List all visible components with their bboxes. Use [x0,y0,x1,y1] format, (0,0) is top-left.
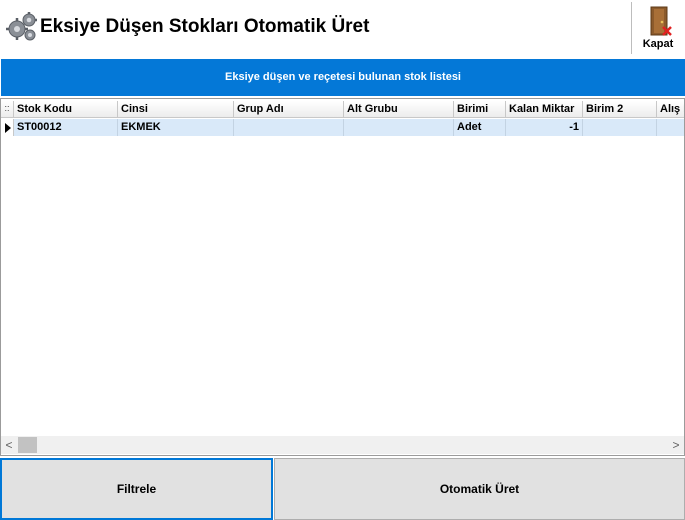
cell-alt-grubu[interactable] [344,119,454,136]
row-indicator [1,119,14,136]
door-exit-icon [650,6,672,36]
grid-header: :: Stok Kodu Cinsi Grup Adı Alt Grubu Bi… [1,101,684,118]
cell-alis[interactable] [657,119,684,136]
horizontal-scrollbar[interactable]: < > [1,436,684,454]
cell-birimi[interactable]: Adet [454,119,506,136]
title-bar: Eksiye Düşen Stokları Otomatik Üret Kapa… [0,0,685,58]
cell-kalan-miktar[interactable]: -1 [506,119,583,136]
close-button-label: Kapat [642,38,674,50]
window-title: Eksiye Düşen Stokları Otomatik Üret [40,16,370,37]
gears-icon [6,12,37,41]
cell-stok-kodu[interactable]: ST00012 [14,119,118,136]
scroll-thumb[interactable] [18,437,37,453]
stock-grid[interactable]: :: Stok Kodu Cinsi Grup Adı Alt Grubu Bi… [0,98,685,456]
column-header-birim-2[interactable]: Birim 2 [583,101,657,118]
scroll-right-icon[interactable]: > [668,436,684,454]
cell-cinsi[interactable]: EKMEK [118,119,234,136]
scroll-left-icon[interactable]: < [1,436,17,454]
list-caption: Eksiye düşen ve reçetesi bulunan stok li… [1,59,685,96]
filter-button[interactable]: Filtrele [0,458,273,520]
close-button[interactable]: Kapat [631,2,684,54]
column-header-alis[interactable]: Alış F [657,101,684,118]
cell-birim-2[interactable] [583,119,657,136]
cell-grup-adi[interactable] [234,119,344,136]
current-row-arrow-icon [5,123,11,133]
column-header-alt-grubu[interactable]: Alt Grubu [344,101,454,118]
column-header-birimi[interactable]: Birimi [454,101,506,118]
column-header-kalan-miktar[interactable]: Kalan Miktar [506,101,583,118]
table-row[interactable]: ST00012 EKMEK Adet -1 [1,119,684,136]
indicator-header[interactable]: :: [1,101,14,118]
column-header-cinsi[interactable]: Cinsi [118,101,234,118]
auto-produce-button[interactable]: Otomatik Üret [274,458,685,520]
column-header-stok-kodu[interactable]: Stok Kodu [14,101,118,118]
column-header-grup-adi[interactable]: Grup Adı [234,101,344,118]
